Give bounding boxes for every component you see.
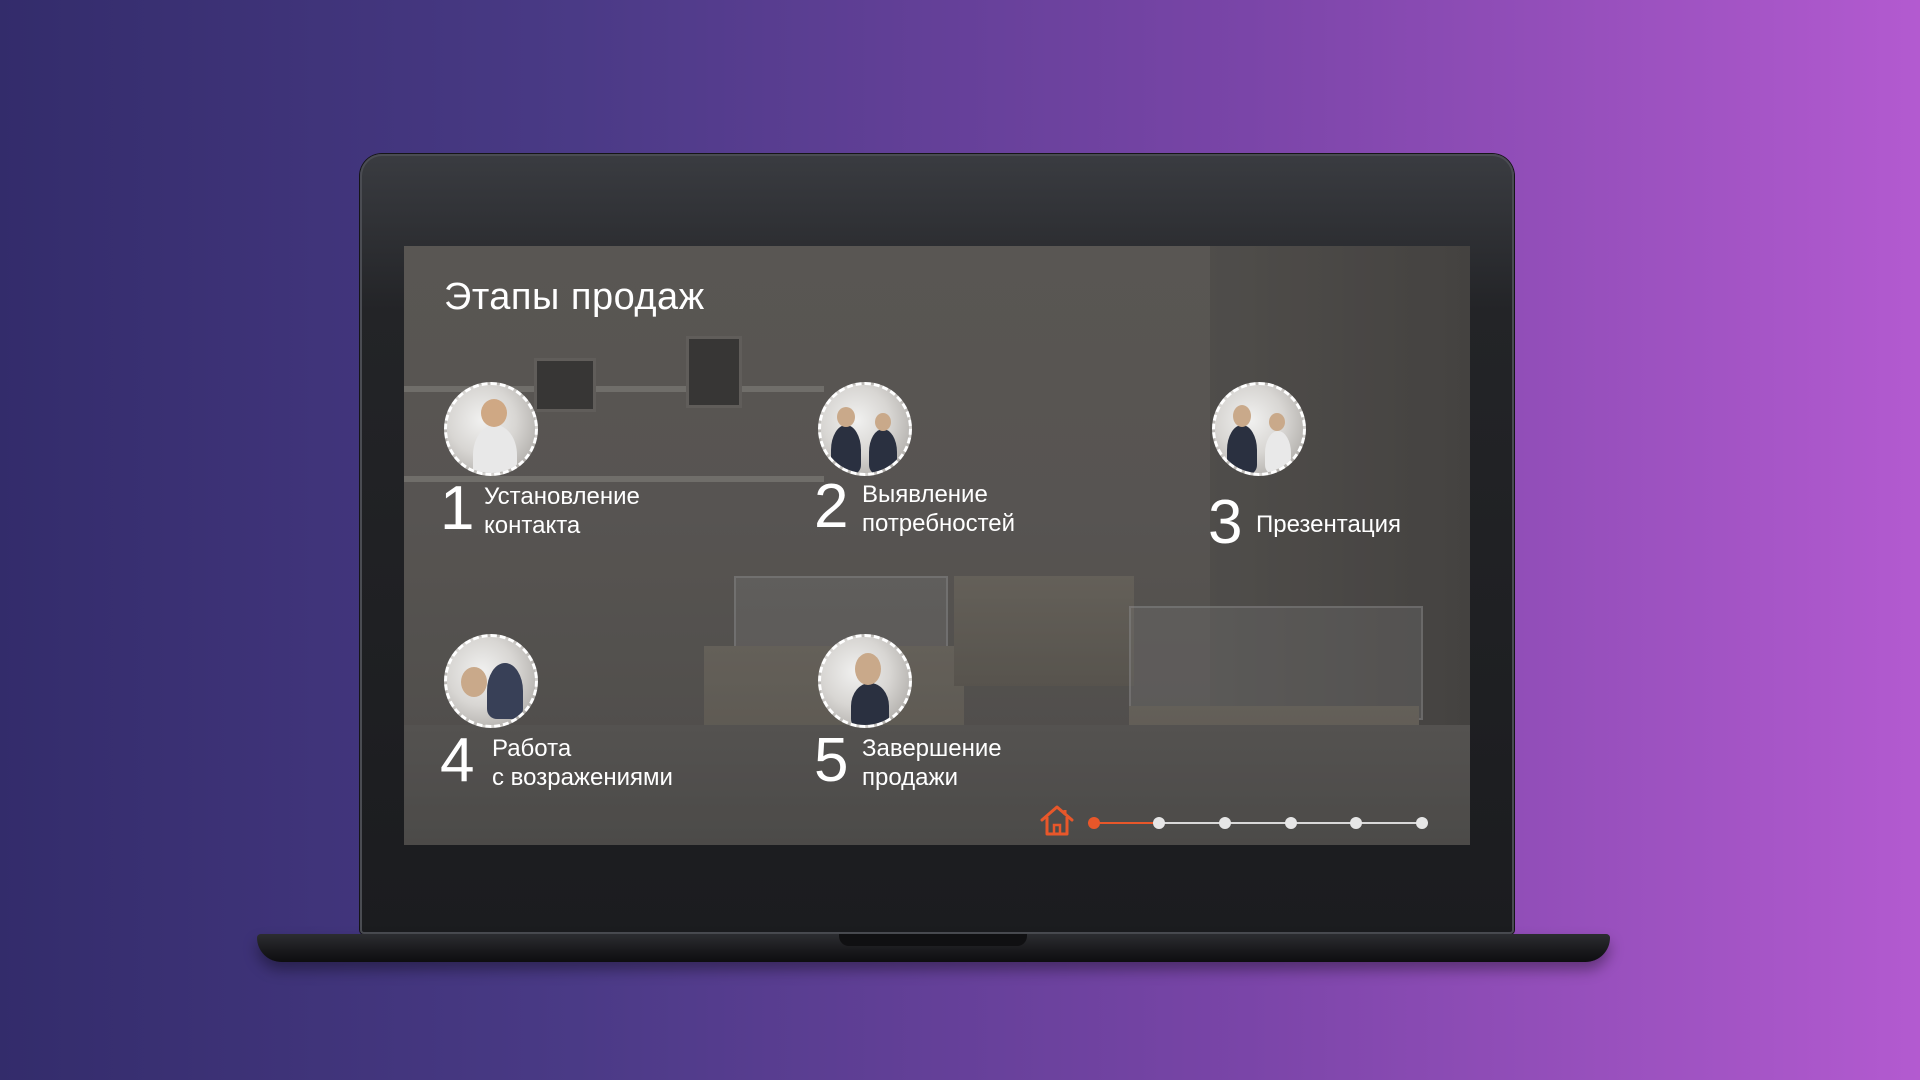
step-5-label-line2: продажи [862, 764, 958, 791]
step-4-number: 4 [440, 726, 475, 795]
laptop-notch [839, 934, 1027, 946]
step-1-label-line1: Установление [484, 483, 640, 510]
laptop-base [257, 934, 1610, 962]
slide-navigation [1038, 802, 1438, 842]
step-1-photo [444, 382, 538, 476]
step-4-label-line1: Работа [492, 735, 572, 762]
nav-dot-3[interactable] [1219, 817, 1231, 829]
step-2-label-line1: Выявление [862, 481, 988, 508]
nav-dot-5[interactable] [1350, 817, 1362, 829]
nav-dot-2[interactable] [1153, 817, 1165, 829]
slide-title: Этапы продаж [444, 276, 705, 318]
step-3-number: 3 [1208, 488, 1243, 557]
step-3-label: Презентация [1256, 511, 1401, 538]
step-1-number: 1 [440, 474, 475, 543]
step-4-label-line2: с возражениями [492, 764, 673, 791]
step-5-label-line1: Завершение [862, 735, 1002, 762]
step-2-label-line2: потребностей [862, 510, 1016, 537]
nav-dot-6[interactable] [1416, 817, 1428, 829]
step-5-number: 5 [814, 726, 849, 795]
step-2-number: 2 [814, 472, 849, 541]
step-4-photo [444, 634, 538, 728]
step-5-photo [818, 634, 912, 728]
presentation-slide: Этапы продаж 1 Установление контакта 2 В… [404, 246, 1470, 845]
step-2-photo [818, 382, 912, 476]
home-icon[interactable] [1038, 802, 1076, 838]
nav-dot-1[interactable] [1088, 817, 1100, 829]
nav-dot-4[interactable] [1285, 817, 1297, 829]
step-3-photo [1212, 382, 1306, 476]
step-1-label-line2: контакта [484, 512, 581, 539]
